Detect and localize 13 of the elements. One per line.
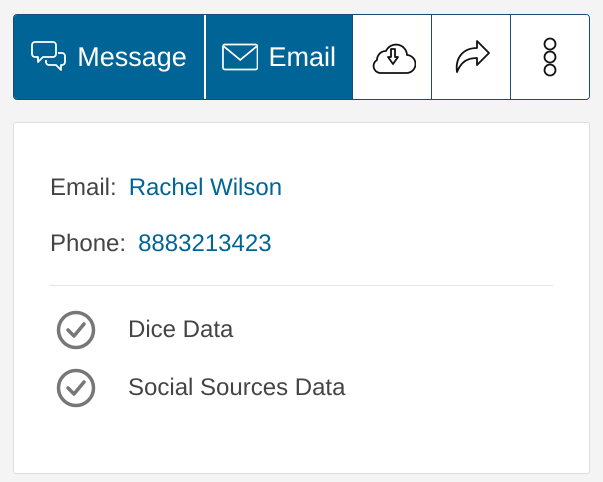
check-circle-icon[interactable] bbox=[56, 368, 96, 408]
email-button[interactable]: Email bbox=[204, 15, 352, 99]
field-label: Phone: bbox=[50, 229, 126, 259]
check-circle-icon[interactable] bbox=[56, 310, 96, 350]
field-label: Email: bbox=[50, 173, 117, 203]
more-icon bbox=[542, 37, 558, 77]
message-button[interactable]: Message bbox=[14, 15, 204, 99]
more-button[interactable] bbox=[510, 15, 589, 99]
contact-link[interactable]: Rachel Wilson bbox=[128, 173, 282, 203]
envelope-icon bbox=[222, 43, 258, 71]
source-label: Dice Data bbox=[128, 316, 234, 344]
contact-link[interactable]: 8883213423 bbox=[138, 229, 272, 259]
source-label: Social Sources Data bbox=[128, 374, 346, 402]
